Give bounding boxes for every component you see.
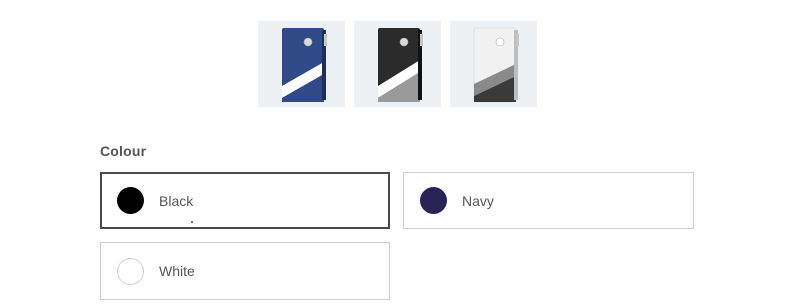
speck	[191, 221, 193, 223]
product-thumbnails	[258, 21, 537, 107]
case-navy-image	[281, 28, 327, 102]
swatch-white	[117, 257, 144, 285]
colour-option-black[interactable]: Black	[100, 172, 390, 229]
product-options: Colour Black Navy White	[0, 0, 800, 308]
thumbnail-white[interactable]	[450, 21, 537, 107]
colour-option-label: Black	[159, 192, 194, 209]
colour-option-navy[interactable]: Navy	[403, 172, 694, 229]
colour-option-label: Navy	[462, 192, 494, 209]
thumbnail-navy[interactable]	[258, 21, 345, 107]
colour-label: Colour	[100, 143, 147, 159]
colour-option-label: White	[159, 263, 195, 279]
colour-option-white[interactable]: White	[100, 242, 390, 300]
swatch-black	[117, 187, 144, 214]
case-black-image	[377, 28, 423, 102]
case-white-image	[473, 27, 519, 103]
thumbnail-black[interactable]	[354, 21, 441, 107]
swatch-navy	[420, 187, 447, 214]
